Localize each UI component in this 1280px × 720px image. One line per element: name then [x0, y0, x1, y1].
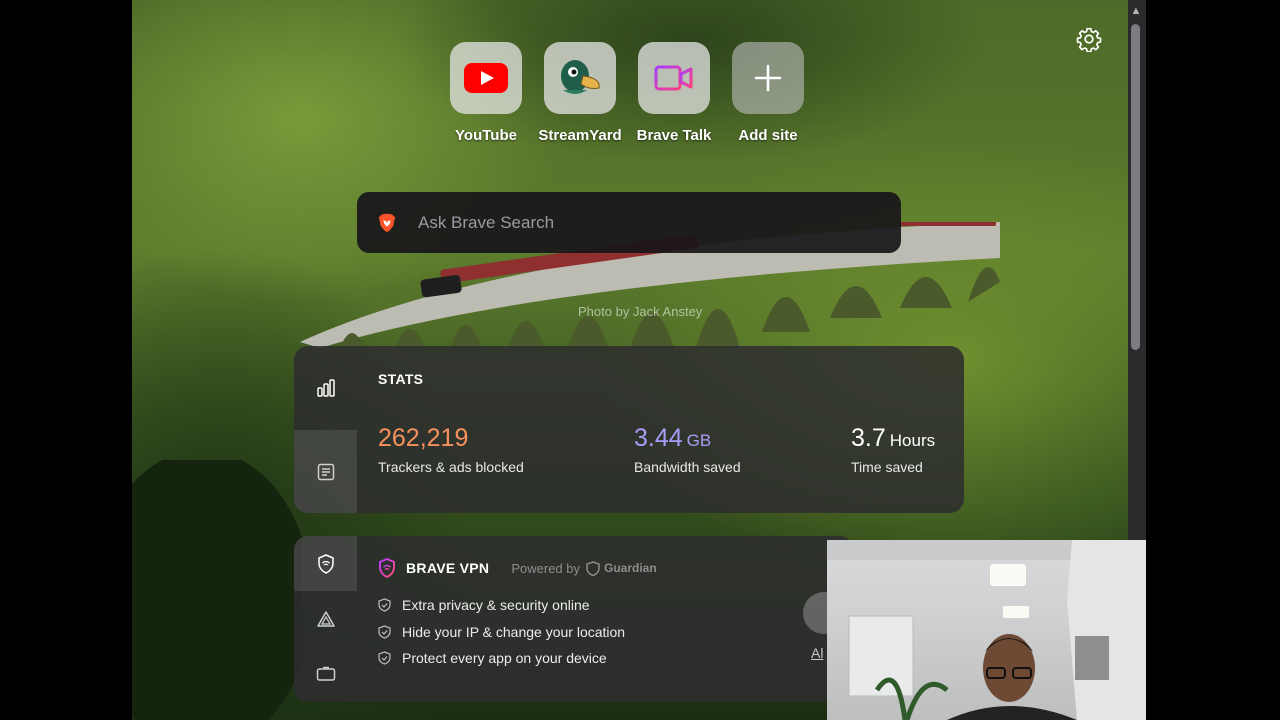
top-site-tile: [638, 42, 710, 114]
brave-vpn-logo-icon: [379, 558, 395, 578]
stat-bandwidth-unit: GB: [686, 431, 712, 450]
webcam-person-image: [827, 540, 1146, 720]
photo-credit[interactable]: Photo by Jack Anstey: [578, 304, 702, 319]
top-site-label: YouTube: [455, 127, 517, 144]
vpn-title: BRAVE VPN: [406, 560, 490, 576]
stat-time-value: 3.7: [851, 424, 886, 452]
video-camera-icon: [316, 666, 335, 681]
brave-lion-icon: [378, 213, 396, 232]
stat-trackers-value: 262,219: [378, 424, 469, 452]
stat-time-label: Time saved: [851, 459, 923, 475]
tab-talk[interactable]: [294, 646, 357, 702]
tab-news[interactable]: [294, 430, 357, 513]
vpn-already-purchased-link[interactable]: Al: [811, 645, 823, 661]
top-site-tile: [544, 42, 616, 114]
top-site-youtube[interactable]: YouTube: [448, 42, 524, 144]
plus-icon: [754, 64, 782, 92]
vpn-feature-list: Extra privacy & security online Hide you…: [378, 592, 625, 672]
stats-title: STATS: [378, 371, 424, 387]
list-item: Extra privacy & security online: [378, 592, 625, 619]
stat-bandwidth-value: 3.44: [634, 424, 683, 452]
rewards-triangle-icon: [316, 610, 335, 627]
news-icon: [317, 463, 334, 480]
background-trees: [132, 460, 302, 720]
tab-rewards[interactable]: [294, 591, 357, 646]
vpn-shield-icon: [317, 553, 334, 574]
top-site-tile: [450, 42, 522, 114]
shield-check-icon: [378, 625, 391, 639]
gear-icon[interactable]: [1076, 26, 1102, 52]
top-sites: YouTube StreamYard Brave Talk Add site: [448, 42, 806, 144]
stat-time: 3.7 Hours Time saved: [851, 424, 935, 475]
vpn-feature-text: Extra privacy & security online: [402, 597, 590, 614]
tab-stats[interactable]: [294, 346, 357, 430]
widget-side-tabs: [294, 536, 357, 702]
vpn-feature-text: Protect every app on your device: [402, 650, 607, 667]
search-box[interactable]: [357, 192, 901, 253]
guardian-label: Guardian: [604, 561, 657, 575]
search-input[interactable]: [416, 211, 860, 234]
stat-bandwidth: 3.44 GB Bandwidth saved: [634, 424, 741, 475]
vpn-widget: BRAVE VPN Powered by Guardian Extra priv…: [294, 536, 854, 702]
stat-trackers-label: Trackers & ads blocked: [378, 459, 524, 475]
webcam-overlay: [827, 540, 1146, 720]
stat-trackers: 262,219 Trackers & ads blocked: [378, 424, 524, 475]
guardian-shield-icon: [586, 560, 600, 576]
shield-check-icon: [378, 651, 391, 665]
guardian-logo: Guardian: [586, 560, 657, 576]
stats-widget: STATS 262,219 Trackers & ads blocked 3.4…: [294, 346, 964, 513]
add-site-button[interactable]: Add site: [730, 42, 806, 144]
stat-time-unit: Hours: [889, 431, 936, 450]
top-site-label: Brave Talk: [636, 127, 712, 144]
widget-side-tabs: [294, 346, 357, 513]
top-site-label: StreamYard: [538, 127, 622, 144]
vpn-powered-by: Powered by: [511, 560, 580, 576]
scrollbar-thumb[interactable]: [1131, 24, 1140, 350]
top-site-streamyard[interactable]: StreamYard: [538, 42, 622, 144]
bar-chart-icon: [316, 379, 335, 397]
brave-talk-camera-icon: [654, 65, 693, 91]
list-item: Hide your IP & change your location: [378, 619, 625, 646]
youtube-icon: [464, 63, 508, 93]
top-site-label: Add site: [738, 127, 798, 144]
streamyard-duck-icon: [561, 60, 600, 94]
top-site-tile: [732, 42, 804, 114]
top-site-brave-talk[interactable]: Brave Talk: [636, 42, 712, 144]
vpn-header: BRAVE VPN Powered by Guardian: [378, 558, 657, 578]
vpn-feature-text: Hide your IP & change your location: [402, 623, 626, 640]
stat-bandwidth-label: Bandwidth saved: [634, 459, 741, 475]
shield-check-icon: [378, 598, 391, 612]
tab-vpn[interactable]: [294, 536, 357, 591]
scroll-up-arrow-icon[interactable]: ▲: [1129, 4, 1143, 18]
list-item: Protect every app on your device: [378, 645, 625, 672]
